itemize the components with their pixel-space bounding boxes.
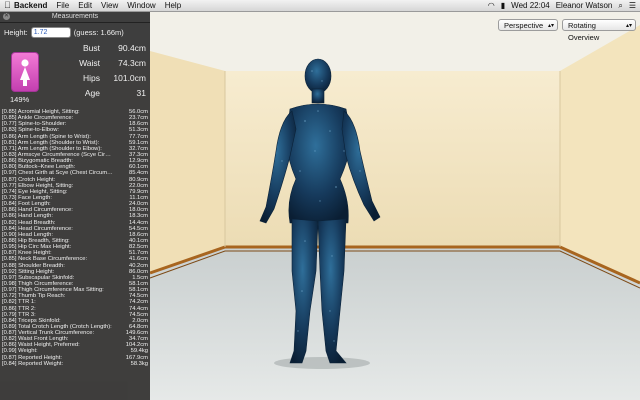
measurement-value: 58.3kg [130,360,148,367]
menu-help[interactable]: Help [165,0,181,11]
chevron-updown-icon: ▴▾ [547,23,554,29]
measurement-label: [0.84] Reported Weight: [2,360,64,367]
menu-view[interactable]: View [101,0,118,11]
list-icon[interactable]: ☰ [629,0,636,11]
wifi-icon[interactable]: ◠ [488,0,495,11]
vital-row: Bust 90.4cm [60,41,146,56]
height-guess: (guess: 1.66m) [73,28,124,37]
projection-dropdown[interactable]: Perspective ▴▾ [498,19,558,31]
measurements-panel: ✕ Measurements Height: (guess: 1.66m) 14… [0,11,150,400]
floor [150,247,640,400]
bust-label: Bust [82,43,100,53]
menu-bar:  Backend File Edit View Window Help ◠ ▮… [0,0,640,12]
menu-list: Backend File Edit View Window Help [14,0,181,11]
projection-value: Perspective [504,21,544,30]
apple-icon[interactable]:  [4,0,11,11]
menu-app-name[interactable]: Backend [14,0,47,11]
close-icon[interactable]: ✕ [3,13,10,20]
vital-row: Age 31 [60,86,146,101]
age-label: Age [84,88,100,98]
measurement-list: [0.85] Acromial Height, Sitting: 56.0cm [0… [2,109,148,367]
female-icon [20,59,30,86]
figure-shadow [274,357,370,369]
percent-label: 149% [10,95,30,104]
panel-titlebar[interactable]: ✕ Measurements [0,11,150,23]
menu-window[interactable]: Window [127,0,155,11]
menu-file[interactable]: File [56,0,69,11]
chevron-updown-icon: ▴▾ [625,23,632,29]
age-value: 31 [136,88,146,98]
clock[interactable]: Wed 22:04 [511,0,550,11]
hips-value: 101.0cm [113,73,146,83]
waist-value: 74.3cm [118,58,146,68]
user-name[interactable]: Eleanor Watson [556,0,613,11]
search-icon[interactable]: ⌕ [618,0,622,11]
height-row: Height: (guess: 1.66m) [4,27,124,38]
panel-title: Measurements [51,13,99,20]
view-mode-dropdown[interactable]: Rotating Overview ▴▾ [562,19,636,42]
battery-icon[interactable]: ▮ [501,0,505,11]
gender-button[interactable] [11,52,39,92]
left-wall [150,51,225,273]
hips-label: Hips [82,73,100,83]
measurement-row: [0.84] Reported Weight: 58.3kg [2,361,148,367]
bust-value: 90.4cm [118,43,146,53]
menu-edit[interactable]: Edit [78,0,92,11]
height-input[interactable] [30,27,71,38]
height-label: Height: [4,28,28,37]
waist-label: Waist [79,58,100,68]
status-area: ◠ ▮ Wed 22:04 Eleanor Watson ⌕ ☰ [488,0,636,11]
view-mode-value: Rotating Overview [568,21,600,42]
vitals-summary: Bust 90.4cm Waist 74.3cm Hips 101.0cm Ag… [60,41,146,101]
vital-row: Hips 101.0cm [60,71,146,86]
vital-row: Waist 74.3cm [60,56,146,71]
